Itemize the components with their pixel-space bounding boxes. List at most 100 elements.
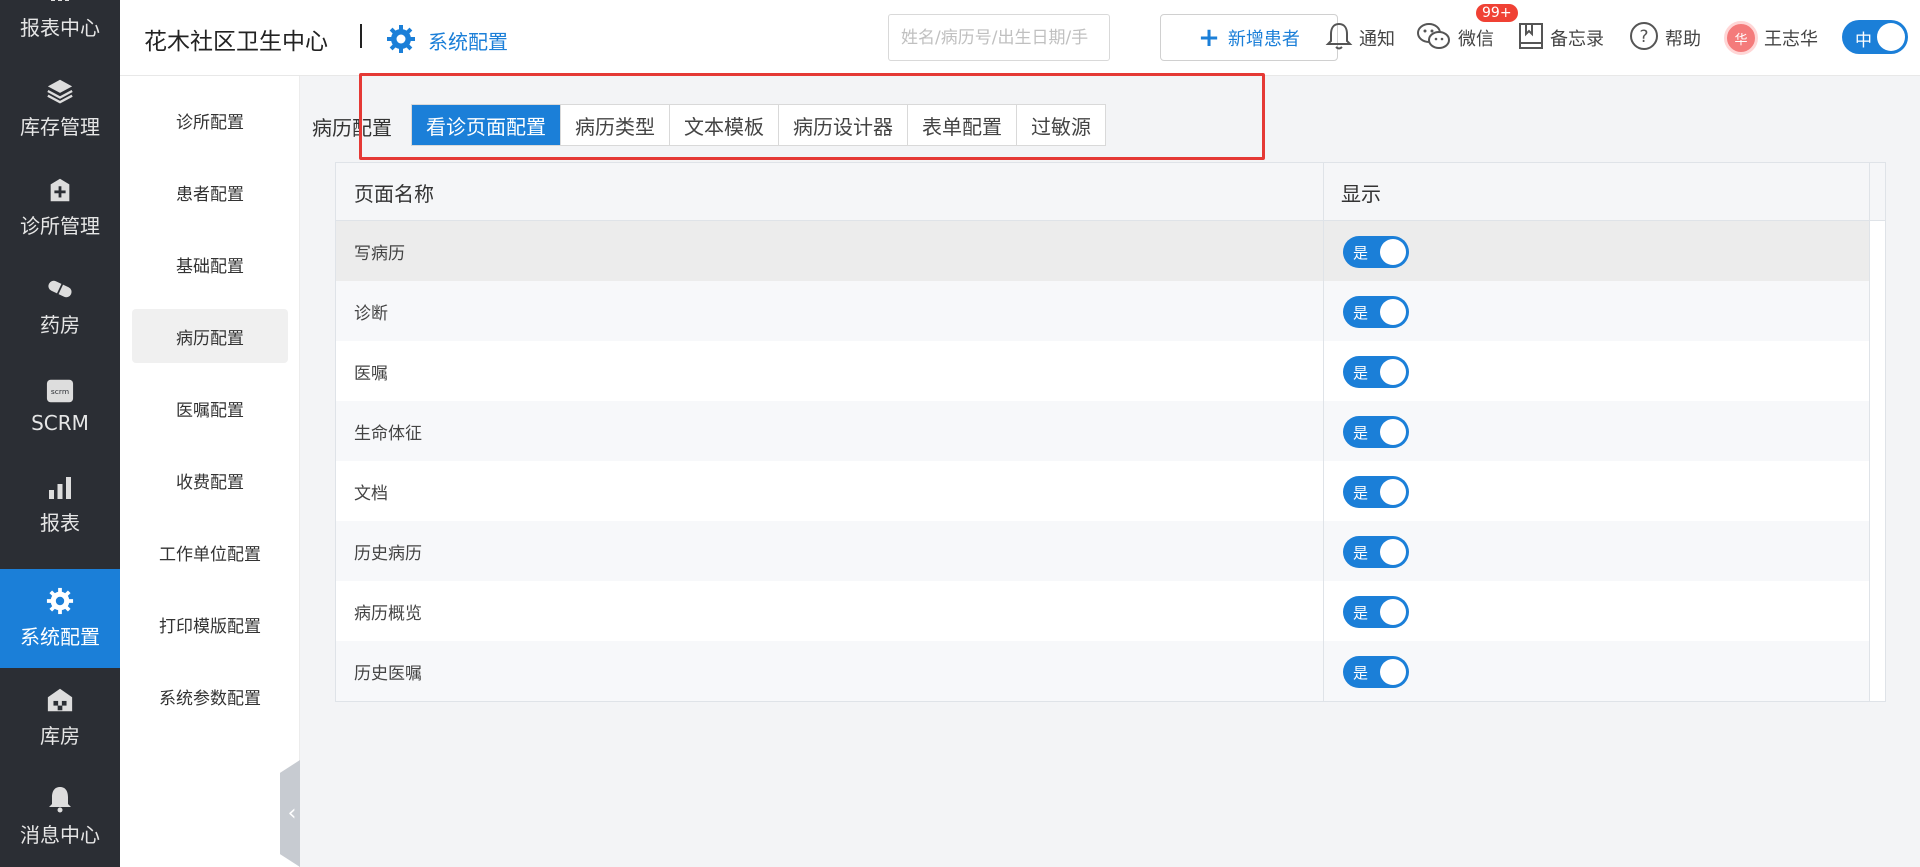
page-name-cell: 写病历 (354, 243, 405, 264)
nav-item-warehouse[interactable]: 库房 (0, 668, 120, 767)
toggle-knob (1380, 659, 1406, 685)
sub-nav: 诊所配置 患者配置 基础配置 病历配置 医嘱配置 收费配置 工作单位配置 打印模… (120, 76, 300, 867)
tab-text-template[interactable]: 文本模板 (670, 105, 779, 145)
avatar: 华 (1724, 21, 1758, 55)
user-name: 王志华 (1764, 29, 1818, 50)
table-row: 历史医嘱 是 (336, 641, 1869, 701)
tab-visit-page-config[interactable]: 看诊页面配置 (412, 105, 561, 145)
table-row: 写病历 是 (336, 221, 1869, 281)
display-toggle[interactable]: 是 (1343, 416, 1409, 448)
page-name-cell: 医嘱 (354, 363, 388, 384)
table-header: 页面名称 显示 (336, 163, 1885, 221)
subnav-item-clinic-config[interactable]: 诊所配置 (132, 93, 288, 147)
chevron-left-icon: ‹ (287, 801, 297, 826)
left-nav: 报表中心 库存管理 诊所管理 药房 scrm SCRM 报表 系统配置 库房 消… (0, 0, 120, 867)
nav-label: 诊所管理 (20, 214, 100, 238)
tab-record-type[interactable]: 病历类型 (561, 105, 670, 145)
display-toggle[interactable]: 是 (1343, 656, 1409, 688)
bell-icon (46, 785, 74, 813)
toggle-knob (1877, 23, 1905, 51)
tab-form-config[interactable]: 表单配置 (908, 105, 1017, 145)
nav-item-report-center[interactable]: 报表中心 (0, 0, 120, 59)
toggle-label: 是 (1353, 424, 1369, 442)
nav-item-clinic-manage[interactable]: 诊所管理 (0, 158, 120, 257)
column-divider (1869, 163, 1870, 701)
table-row: 生命体征 是 (336, 401, 1869, 461)
display-toggle[interactable]: 是 (1343, 536, 1409, 568)
nav-label: 库存管理 (20, 115, 100, 139)
table-row: 诊断 是 (336, 281, 1869, 341)
column-header-page-name: 页面名称 (354, 181, 434, 206)
subnav-item-record-config[interactable]: 病历配置 (132, 309, 288, 363)
clinic-name: 花木社区卫生中心 (144, 29, 328, 55)
nav-item-inventory[interactable]: 库存管理 (0, 59, 120, 158)
toggle-knob (1380, 299, 1406, 325)
subnav-item-system-param-config[interactable]: 系统参数配置 (132, 669, 288, 723)
nav-label: 药房 (40, 313, 80, 337)
add-patient-button[interactable]: + 新增患者 (1160, 14, 1338, 61)
page-config-table: 页面名称 显示 写病历 是 诊断 是 医嘱 是 生命体征 是 文档 是 历史病历… (335, 162, 1886, 702)
svg-text:?: ? (1639, 27, 1648, 47)
toggle-knob (1380, 239, 1406, 265)
display-toggle[interactable]: 是 (1343, 236, 1409, 268)
subnav-item-patient-config[interactable]: 患者配置 (132, 165, 288, 219)
page-name-cell: 历史医嘱 (354, 663, 422, 684)
nav-item-system-config[interactable]: 系统配置 (0, 569, 120, 668)
language-label: 中 (1855, 31, 1872, 51)
table-row: 病历概览 是 (336, 581, 1869, 641)
tab-allergen[interactable]: 过敏源 (1017, 105, 1105, 145)
subnav-item-fee-config[interactable]: 收费配置 (132, 453, 288, 507)
nav-item-message-center[interactable]: 消息中心 (0, 767, 120, 866)
display-toggle[interactable]: 是 (1343, 296, 1409, 328)
table-row: 医嘱 是 (336, 341, 1869, 401)
config-tabs: 看诊页面配置 病历类型 文本模板 病历设计器 表单配置 过敏源 (411, 104, 1106, 146)
tab-record-designer[interactable]: 病历设计器 (779, 105, 908, 145)
patient-search-input[interactable] (888, 14, 1110, 61)
gear-icon (46, 587, 74, 615)
table-row: 文档 是 (336, 461, 1869, 521)
display-toggle[interactable]: 是 (1343, 596, 1409, 628)
display-toggle[interactable]: 是 (1343, 356, 1409, 388)
page-name-cell: 文档 (354, 483, 388, 504)
wechat-icon (1416, 21, 1452, 55)
nav-item-report[interactable]: 报表 (0, 455, 120, 554)
page-name-cell: 诊断 (354, 303, 388, 324)
display-toggle[interactable]: 是 (1343, 476, 1409, 508)
wechat-label: 微信 (1458, 29, 1494, 50)
page-name-cell: 生命体征 (354, 423, 422, 444)
toggle-knob (1380, 599, 1406, 625)
language-toggle[interactable]: 中 (1842, 20, 1908, 54)
toggle-knob (1380, 539, 1406, 565)
collapse-sidebar-button[interactable]: ‹ (280, 760, 300, 867)
pill-icon (46, 275, 74, 303)
nav-label: 库房 (40, 724, 80, 748)
layers-icon (46, 77, 74, 105)
memo-icon (1518, 22, 1544, 54)
nav-item-scrm[interactable]: scrm SCRM (0, 356, 120, 455)
subnav-item-basic-config[interactable]: 基础配置 (132, 237, 288, 291)
page-name-cell: 病历概览 (354, 603, 422, 624)
nav-label: 系统配置 (20, 625, 100, 649)
help-button[interactable]: ? 帮助 (1629, 20, 1701, 56)
nav-item-pharmacy[interactable]: 药房 (0, 257, 120, 356)
toggle-label: 是 (1353, 304, 1369, 322)
toggle-label: 是 (1353, 664, 1369, 682)
notify-button[interactable]: 通知 (1325, 20, 1395, 56)
svg-text:scrm: scrm (51, 386, 69, 395)
memo-button[interactable]: 备忘录 (1518, 20, 1604, 56)
wechat-button[interactable]: 微信 (1416, 20, 1494, 56)
subnav-item-workplace-config[interactable]: 工作单位配置 (132, 525, 288, 579)
nav-label: 报表中心 (20, 16, 100, 40)
toggle-knob (1380, 359, 1406, 385)
subnav-item-print-template-config[interactable]: 打印模版配置 (132, 597, 288, 651)
help-label: 帮助 (1665, 29, 1701, 50)
notify-label: 通知 (1359, 29, 1395, 50)
header-separator (360, 24, 362, 48)
gear-icon (386, 24, 416, 54)
plus-icon: + (1198, 22, 1220, 53)
help-icon: ? (1629, 21, 1659, 55)
user-menu[interactable]: 华 王志华 (1724, 20, 1818, 56)
nav-label: 报表 (40, 511, 80, 535)
toggle-label: 是 (1353, 604, 1369, 622)
subnav-item-order-config[interactable]: 医嘱配置 (132, 381, 288, 435)
